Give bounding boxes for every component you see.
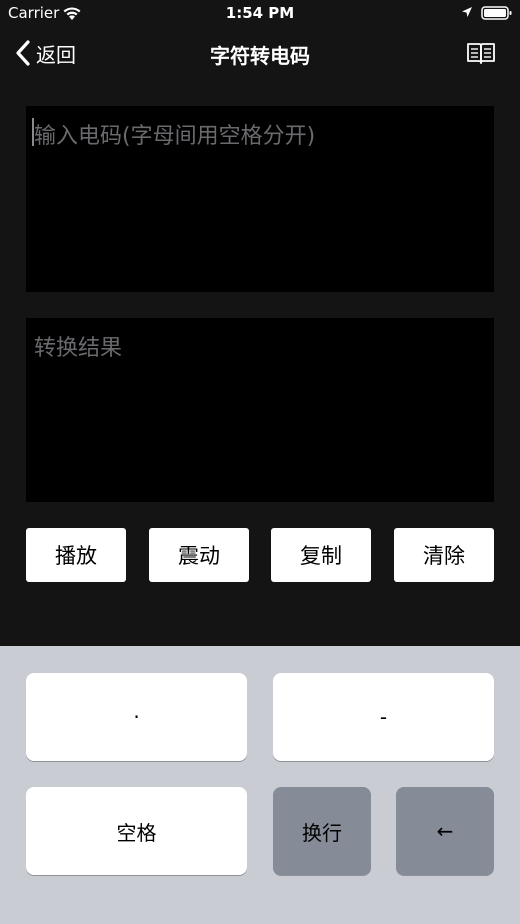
space-key[interactable]: 空格 bbox=[26, 787, 247, 875]
navigation-bar: 返回 字符转电码 bbox=[0, 28, 520, 78]
vibrate-button[interactable]: 震动 bbox=[149, 528, 249, 582]
input-placeholder: 输入电码(字母间用空格分开) bbox=[34, 124, 316, 149]
result-placeholder: 转换结果 bbox=[34, 336, 123, 361]
newline-key[interactable]: 换行 bbox=[273, 787, 371, 875]
book-icon bbox=[467, 43, 495, 64]
backspace-key[interactable]: ← bbox=[396, 787, 494, 875]
result-output[interactable]: 转换结果 bbox=[26, 318, 494, 502]
battery-icon bbox=[481, 6, 512, 20]
page-title: 字符转电码 bbox=[210, 44, 310, 68]
clear-button[interactable]: 清除 bbox=[394, 528, 494, 582]
location-icon bbox=[462, 7, 472, 17]
copy-button[interactable]: 复制 bbox=[271, 528, 371, 582]
status-time: 1:54 PM bbox=[225, 4, 295, 22]
morse-keyboard: · - 空格 换行 ← bbox=[0, 646, 520, 924]
book-button[interactable] bbox=[466, 40, 496, 66]
play-button[interactable]: 播放 bbox=[26, 528, 126, 582]
morse-input[interactable]: 输入电码(字母间用空格分开) bbox=[26, 106, 494, 292]
dash-key[interactable]: - bbox=[273, 673, 494, 761]
status-bar: Carrier 1:54 PM bbox=[0, 0, 520, 28]
dot-key[interactable]: · bbox=[26, 673, 247, 761]
